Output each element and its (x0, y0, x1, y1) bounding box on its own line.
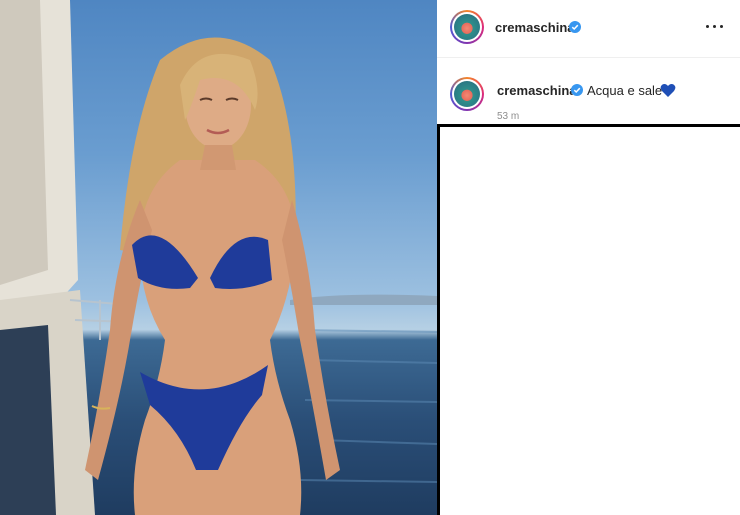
yacht-shadow (0, 0, 48, 285)
caption-avatar[interactable] (450, 77, 484, 111)
post-timestamp[interactable]: 53 m (497, 111, 519, 122)
photo-illustration (0, 0, 437, 515)
post-photo[interactable] (0, 0, 437, 515)
caption-username[interactable]: cremaschina (497, 83, 577, 98)
verified-badge-icon (569, 21, 581, 33)
neck (200, 145, 236, 170)
post-header: cremaschina (437, 0, 740, 58)
header-username[interactable]: cremaschina (495, 20, 575, 35)
verified-badge-icon (571, 84, 583, 96)
instagram-post: cremaschina cremaschina Acqua e sale 53 … (0, 0, 740, 515)
avatar-image (454, 14, 480, 40)
post-side-panel: cremaschina cremaschina Acqua e sale 53 … (437, 0, 740, 515)
more-options-icon[interactable] (704, 16, 726, 36)
avatar-image (454, 81, 480, 107)
yacht-window (0, 325, 56, 515)
post-caption: cremaschina Acqua e sale 53 m (437, 59, 740, 124)
comments-area (437, 124, 740, 515)
blue-heart-icon (660, 84, 676, 97)
caption-text: Acqua e sale (587, 83, 663, 98)
profile-avatar[interactable] (450, 10, 484, 44)
